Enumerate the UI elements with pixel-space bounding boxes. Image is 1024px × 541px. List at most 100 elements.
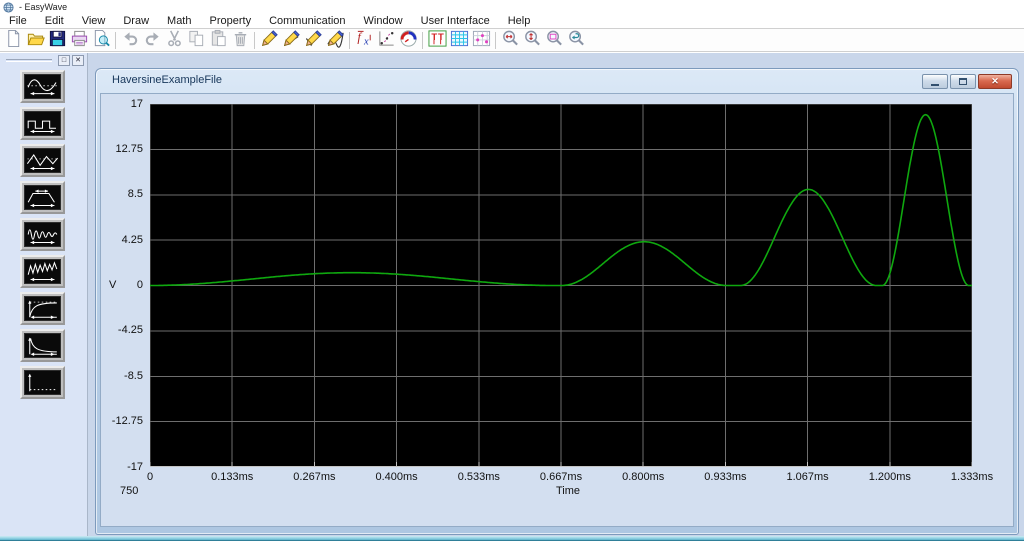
menu-help[interactable]: Help — [499, 14, 540, 28]
undo-button[interactable] — [119, 30, 141, 51]
pencil-freehand-icon — [260, 29, 279, 51]
y-tick-label: 4.25 — [121, 233, 143, 246]
restore-button[interactable] — [950, 74, 976, 89]
app-icon — [3, 1, 14, 13]
y-tick-label: -12.75 — [111, 415, 143, 428]
palette-button-list — [0, 70, 87, 399]
easywave-window: - EasyWave File Edit View Draw Math Property C… — [0, 0, 1024, 541]
menu-property[interactable]: Property — [201, 14, 261, 28]
window-bottom-edge — [0, 536, 1024, 541]
dc-wave-button[interactable] — [20, 366, 65, 399]
close-button[interactable]: ✕ — [978, 74, 1012, 89]
arbitrary-wave-icon — [24, 222, 61, 247]
y-tick-label: 12.75 — [115, 142, 143, 155]
menu-window[interactable]: Window — [355, 14, 412, 28]
copy-button[interactable] — [185, 30, 207, 51]
menu-file[interactable]: File — [0, 14, 36, 28]
toolbar-separator — [422, 31, 423, 49]
zoom-vertical-button[interactable] — [521, 30, 543, 51]
pencil-smooth-button[interactable] — [324, 30, 346, 51]
toolbar-separator — [115, 31, 116, 49]
send-to-device-button[interactable] — [397, 30, 419, 51]
svg-text:x: x — [363, 37, 369, 48]
menu-view[interactable]: View — [73, 14, 115, 28]
square-wave-button[interactable] — [20, 107, 65, 140]
equation-fx-button[interactable]: fx — [353, 30, 375, 51]
save-icon — [48, 29, 67, 51]
print-preview-icon — [92, 29, 111, 51]
workspace: □ ✕ HaversineExampleFile ✕ V 17 12.75 8.… — [0, 53, 1024, 536]
zoom-previous-button[interactable] — [565, 30, 587, 51]
pencil-line-button[interactable] — [280, 30, 302, 51]
wave-palette: □ ✕ — [0, 53, 88, 536]
redo-button[interactable] — [141, 30, 163, 51]
interpolate-points-icon — [377, 29, 396, 51]
x-tick-label: 0.400ms — [375, 471, 418, 483]
triangle-wave-icon — [24, 148, 61, 173]
noise-wave-button[interactable] — [20, 255, 65, 288]
minimize-button[interactable] — [922, 74, 948, 89]
sine-wave-button[interactable] — [20, 70, 65, 103]
document-window: HaversineExampleFile ✕ V 17 12.75 8.5 4.25 0… — [95, 68, 1019, 535]
document-title: HaversineExampleFile — [112, 74, 223, 86]
pencil-smooth-icon — [326, 29, 345, 51]
palette-grip[interactable] — [6, 59, 52, 62]
delete-button[interactable] — [229, 30, 251, 51]
document-client: V 17 12.75 8.5 4.25 0 -4.25 -8.5 -12.75 -17 0 0.1… — [100, 93, 1014, 527]
exp-rise-wave-button[interactable] — [20, 292, 65, 325]
menu-user-interface[interactable]: User Interface — [412, 14, 499, 28]
print-preview-button[interactable] — [90, 29, 112, 51]
new-button[interactable] — [2, 29, 24, 51]
y-tick-label: 8.5 — [127, 188, 143, 201]
toolbar: fx TT — [0, 29, 1024, 52]
document-window-buttons: ✕ — [922, 74, 1012, 89]
menu-math[interactable]: Math — [158, 14, 200, 28]
edit-points-icon — [472, 29, 491, 51]
zoom-region-icon — [545, 29, 564, 51]
zoom-region-button[interactable] — [543, 30, 565, 51]
pencil-polyline-icon — [304, 29, 323, 51]
toolbar-separator — [349, 31, 350, 49]
show-grid-button[interactable] — [448, 30, 470, 51]
x-tick-label: 1.333ms — [950, 471, 994, 483]
pencil-freehand-button[interactable] — [258, 30, 280, 51]
open-button[interactable] — [24, 30, 46, 51]
x-tick-label: 1.067ms — [786, 471, 829, 483]
x-axis-title: Time — [556, 485, 581, 497]
interpolate-points-button[interactable] — [375, 30, 397, 51]
menu-edit[interactable]: Edit — [36, 14, 73, 28]
zoom-horizontal-button[interactable] — [499, 30, 521, 51]
edit-points-button[interactable] — [470, 30, 492, 51]
x-tick-label: 0.667ms — [539, 471, 583, 483]
triangle-wave-button[interactable] — [20, 144, 65, 177]
trapezoid-wave-button[interactable] — [20, 181, 65, 214]
open-icon — [26, 29, 45, 51]
waveform-plot[interactable] — [150, 104, 972, 467]
sample-count: 750 — [120, 485, 139, 497]
print-button[interactable] — [68, 30, 90, 51]
toolbar-separator — [495, 31, 496, 49]
document-titlebar[interactable]: HaversineExampleFile ✕ — [96, 69, 1018, 93]
menu-communication[interactable]: Communication — [260, 14, 354, 28]
y-tick-label: -8.5 — [124, 369, 143, 382]
exp-decay-wave-button[interactable] — [20, 329, 65, 362]
menu-bar: File Edit View Draw Math Property Communicatio… — [0, 14, 1024, 29]
pencil-polyline-button[interactable] — [302, 30, 324, 51]
dc-wave-icon — [24, 370, 61, 395]
cut-button[interactable] — [163, 30, 185, 51]
x-tick-label: 1.200ms — [868, 471, 911, 483]
restore-icon — [959, 78, 967, 85]
arbitrary-wave-button[interactable] — [20, 218, 65, 251]
equation-fx-icon: fx — [355, 29, 374, 51]
exp-decay-wave-icon — [24, 333, 61, 358]
paste-button[interactable] — [207, 29, 229, 51]
markers-icon: TT — [427, 29, 447, 51]
palette-close-button[interactable]: ✕ — [72, 55, 84, 66]
menu-draw[interactable]: Draw — [114, 14, 158, 28]
markers-button[interactable]: TT — [426, 30, 448, 51]
palette-restore-button[interactable]: □ — [58, 55, 70, 66]
save-button[interactable] — [46, 30, 68, 51]
new-icon — [4, 29, 23, 51]
paste-icon — [209, 29, 228, 51]
x-tick-label: 0.267ms — [293, 471, 336, 483]
